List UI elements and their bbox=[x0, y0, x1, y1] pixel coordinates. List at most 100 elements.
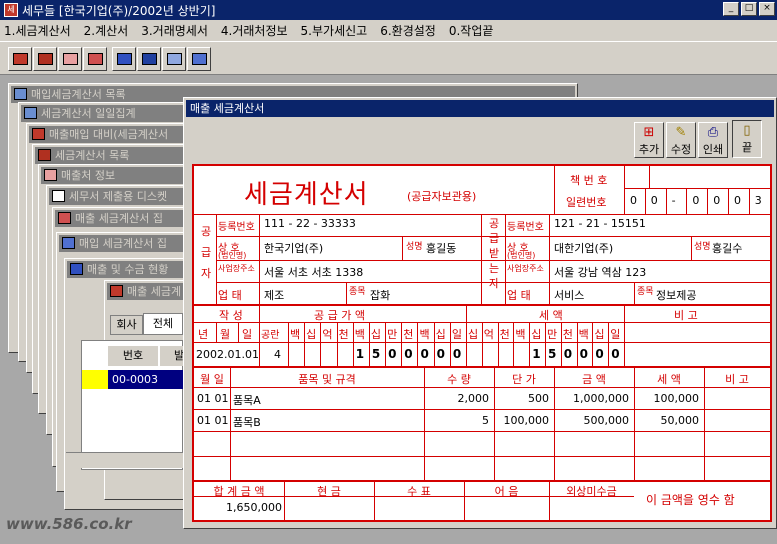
supplier-addr-label: 사업장주소 bbox=[218, 264, 255, 273]
supplier-address: 서울 서초 서초 1338 bbox=[264, 266, 364, 279]
date-header: 작 성 bbox=[219, 309, 243, 322]
tax-col-label: 십 bbox=[594, 328, 605, 341]
supplier-biz-type: 제조 bbox=[264, 289, 285, 302]
menu-exit[interactable]: 0.작업끝 bbox=[449, 22, 494, 39]
supply-col-divider bbox=[385, 322, 387, 366]
serial-divider bbox=[644, 188, 646, 214]
serial-digit: 0 bbox=[734, 194, 741, 207]
item-amount: 1,000,000 bbox=[573, 392, 629, 405]
receiver-rep-label: 성명 bbox=[694, 242, 711, 252]
invoice-title: 세금계산서 bbox=[244, 180, 369, 210]
supply-digit: 5 bbox=[371, 347, 381, 361]
maximize-button[interactable]: □ bbox=[741, 2, 757, 16]
summary-blue-tool[interactable] bbox=[187, 47, 211, 71]
tax-digit: 0 bbox=[563, 347, 573, 361]
sales-invoice-tool[interactable] bbox=[8, 47, 32, 71]
menu-vat-report[interactable]: 5.부가세신고 bbox=[301, 22, 368, 39]
supply-col-divider bbox=[433, 322, 435, 366]
summary-red-tool[interactable] bbox=[83, 47, 107, 71]
row-date: 2002 bbox=[112, 392, 140, 405]
item-qty: 5 bbox=[482, 414, 489, 427]
sales-invoice-dialog: 매출 세금계산서 ⊞ 추가 ✎ 수정 ⎙ 인쇄 ▯ 끝 세금계산서 (공급자보관용) 책… bbox=[183, 97, 777, 529]
supply-digit: 0 bbox=[404, 347, 413, 361]
col-date-header: 발 bbox=[160, 346, 184, 366]
receiver-rep: 홍길수 bbox=[712, 242, 743, 255]
edit-button[interactable]: ✎ 수정 bbox=[666, 122, 696, 158]
tax-col-divider bbox=[545, 322, 546, 366]
dialog-title: 매출 세금계산서 bbox=[186, 100, 774, 117]
supply-header: 공 급 가 액 bbox=[314, 309, 365, 322]
items-header-cell: 비 고 bbox=[725, 373, 749, 386]
blank-divider bbox=[288, 322, 289, 366]
receiver-biz-label: 업 태 bbox=[507, 289, 531, 302]
supply-col-divider bbox=[401, 322, 403, 366]
stats-red-tool[interactable] bbox=[58, 47, 82, 71]
menu-trade-statement[interactable]: 3.거래명세서 bbox=[141, 22, 208, 39]
supply-col-label: 백 bbox=[354, 328, 365, 341]
add-button[interactable]: ⊞ 추가 bbox=[634, 122, 664, 158]
purchase-invoice-tool[interactable] bbox=[33, 47, 57, 71]
supply-digit: 0 bbox=[388, 347, 397, 361]
stats-blue-tool[interactable] bbox=[162, 47, 186, 71]
row-indicator bbox=[82, 370, 108, 389]
app-title-bar: 세 세무들 [한국기업(주)/2002년 상반기] _ □ × bbox=[0, 0, 777, 20]
serial-digit: 0 bbox=[713, 194, 721, 207]
supply-col-label: 천 bbox=[338, 328, 349, 341]
date-col-label: 년 bbox=[198, 328, 209, 341]
door-exit-icon: ▯ bbox=[743, 123, 751, 138]
tax-col-label: 일 bbox=[610, 328, 621, 341]
chart-red-icon bbox=[63, 53, 78, 65]
receiver-address: 서울 강남 역삼 123 bbox=[554, 266, 647, 279]
menu-partner-info[interactable]: 4.거래처정보 bbox=[221, 22, 288, 39]
date-col-label: 월 bbox=[220, 328, 231, 341]
supply-col-divider bbox=[449, 322, 451, 366]
book-blue-tool[interactable] bbox=[137, 47, 161, 71]
table-row[interactable]: 00-0003 2002 bbox=[108, 370, 183, 405]
window-title: 세무서 제출용 디스켓 bbox=[69, 190, 168, 203]
menu-tax-invoice[interactable]: 1.세금계산서 bbox=[4, 22, 71, 39]
horizontal-scrollbar[interactable] bbox=[66, 452, 183, 468]
menu-invoice[interactable]: 2.계산서 bbox=[84, 22, 129, 39]
supply-col-divider bbox=[320, 322, 322, 366]
exit-button[interactable]: ▯ 끝 bbox=[732, 120, 762, 158]
main-toolbar bbox=[0, 41, 777, 75]
tax-digit: 0 bbox=[579, 347, 588, 361]
serial-divider bbox=[728, 188, 729, 214]
minimize-button[interactable]: _ bbox=[723, 2, 739, 16]
sum-red-icon bbox=[58, 212, 71, 224]
supplier-rep: 홍길동 bbox=[426, 242, 457, 255]
item-tax: 50,000 bbox=[660, 414, 700, 427]
receiver-item: 정보제공 bbox=[656, 289, 697, 302]
exit-label: 끝 bbox=[741, 141, 753, 154]
issue-date: 2002.01.01 bbox=[196, 348, 259, 361]
serial-label: 일련번호 bbox=[566, 196, 607, 209]
print-button[interactable]: ⎙ 인쇄 bbox=[698, 122, 728, 158]
watermark: www.586.co.kr bbox=[6, 515, 132, 533]
invoice-red-icon bbox=[13, 53, 28, 65]
items-header-cell: 품목 및 규격 bbox=[298, 373, 356, 386]
tab-company[interactable]: 회사 bbox=[110, 315, 143, 335]
sum-blue-icon bbox=[62, 237, 75, 249]
invoice-blue-tool[interactable] bbox=[112, 47, 136, 71]
serial-digit: - bbox=[671, 194, 676, 207]
items-header-cell: 세 액 bbox=[657, 373, 681, 386]
list-icon bbox=[14, 88, 27, 100]
printer-icon: ⎙ bbox=[707, 125, 719, 140]
menu-settings[interactable]: 6.환경설정 bbox=[380, 22, 436, 39]
customer-icon bbox=[44, 169, 57, 181]
totals-divider bbox=[549, 480, 550, 520]
close-button[interactable]: × bbox=[759, 2, 775, 16]
col-number-header: 번호 bbox=[108, 346, 158, 366]
supply-col-label: 십 bbox=[306, 328, 317, 341]
supplier-side-label: 공급자 bbox=[200, 225, 212, 280]
edit-label: 수정 bbox=[670, 143, 692, 156]
invoice-red-icon bbox=[110, 285, 123, 297]
supply-digit: 0 bbox=[436, 347, 445, 361]
app-icon[interactable]: 세 bbox=[4, 3, 18, 17]
blank-count: 4 bbox=[274, 348, 281, 361]
window-title: 매출매입 대비(세금계산서 bbox=[49, 128, 169, 141]
supplier-rep-label: 성명 bbox=[406, 242, 423, 252]
note-header: 비 고 bbox=[674, 309, 698, 322]
tab-all[interactable]: 전체 bbox=[143, 313, 183, 335]
sum-red-icon bbox=[88, 53, 103, 65]
